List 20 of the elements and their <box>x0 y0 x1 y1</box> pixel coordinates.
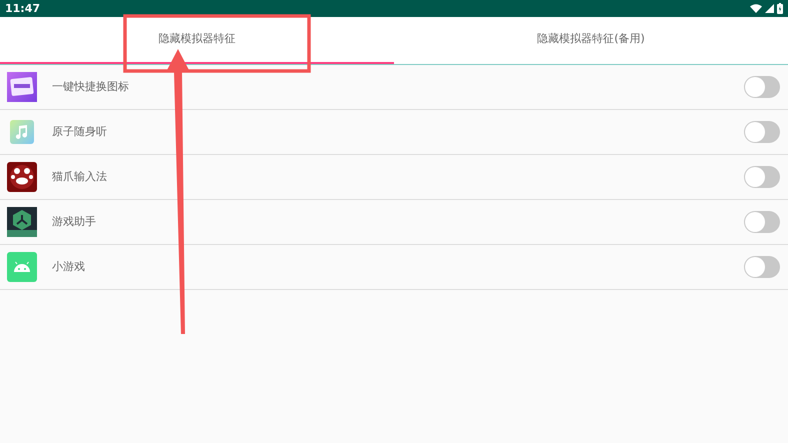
paw-icon <box>7 162 37 192</box>
toggle-switch[interactable] <box>744 166 780 188</box>
wifi-icon <box>750 4 762 13</box>
battery-icon <box>777 3 783 14</box>
toggle-switch[interactable] <box>744 121 780 143</box>
app-name: 一键快捷换图标 <box>52 78 130 95</box>
toggle-switch[interactable] <box>744 211 780 233</box>
game-icon <box>7 207 37 237</box>
android-icon <box>7 252 37 282</box>
app-name: 小游戏 <box>52 258 86 275</box>
clock: 11:47 <box>5 3 40 14</box>
app-name: 猫爪输入法 <box>52 168 108 185</box>
app-name: 游戏助手 <box>52 214 97 230</box>
toggle-switch[interactable] <box>744 76 780 98</box>
app-name: 原子随身听 <box>52 124 108 140</box>
app-icon <box>7 72 37 102</box>
tab[interactable]: 隐藏模拟器特征(备用) <box>394 17 788 64</box>
music-note-icon <box>7 117 37 147</box>
toggle-switch[interactable] <box>744 256 780 278</box>
signal-icon <box>765 4 774 13</box>
